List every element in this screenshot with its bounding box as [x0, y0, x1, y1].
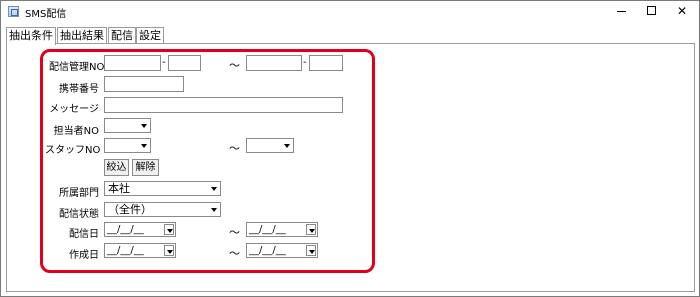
chevron-down-icon: [141, 144, 147, 148]
department-value: 本社: [108, 182, 130, 195]
maximize-button[interactable]: [637, 1, 667, 21]
calendar-dropdown-icon[interactable]: [306, 245, 316, 256]
person-no-label: 担当者NO: [53, 126, 99, 137]
delivery-no-tilde: ～: [229, 59, 240, 72]
mobile-input[interactable]: [104, 76, 184, 92]
window-title: SMS配信: [25, 9, 67, 20]
clear-button[interactable]: 解除: [132, 159, 159, 176]
tab-extraction-results[interactable]: 抽出結果: [57, 27, 107, 44]
calendar-dropdown-icon[interactable]: [164, 224, 174, 235]
created-date-to[interactable]: __/__/__: [246, 243, 318, 258]
staff-no-label: スタッフNO: [45, 145, 101, 156]
close-icon: ✕: [676, 4, 688, 18]
mobile-label: 携帯番号: [59, 84, 99, 95]
chevron-down-icon: [211, 208, 217, 212]
staff-no-tilde: ～: [229, 142, 240, 155]
calendar-dropdown-icon[interactable]: [164, 245, 174, 256]
created-date-tilde: ～: [229, 247, 240, 260]
calendar-dropdown-icon[interactable]: [306, 224, 316, 235]
filter-button[interactable]: 絞込: [104, 159, 129, 176]
maximize-icon: [647, 6, 656, 15]
delivery-no-sep-2: -: [303, 57, 307, 68]
delivery-date-tilde: ～: [229, 226, 240, 239]
delivery-date-from[interactable]: __/__/__: [104, 222, 176, 237]
created-date-label: 作成日: [69, 250, 99, 261]
created-date-from[interactable]: __/__/__: [104, 243, 176, 258]
staff-no-to-dropdown[interactable]: [246, 138, 294, 153]
message-input[interactable]: [104, 97, 343, 113]
status-value: （全件）: [108, 203, 152, 216]
title-bar: SMS配信 ✕: [1, 1, 699, 23]
minimize-icon: [617, 11, 626, 12]
chevron-down-icon: [211, 187, 217, 191]
delivery-date-to-value: __/__/__: [249, 224, 286, 235]
message-label: メッセージ: [49, 104, 99, 115]
tab-settings[interactable]: 設定: [136, 27, 164, 44]
delivery-no-to-2[interactable]: [309, 55, 343, 71]
created-date-from-value: __/__/__: [107, 245, 144, 256]
department-label: 所属部門: [59, 188, 99, 199]
delivery-no-from-2[interactable]: [168, 55, 201, 71]
delivery-date-label: 配信日: [69, 229, 99, 240]
chevron-down-icon: [284, 144, 290, 148]
staff-no-from-dropdown[interactable]: [104, 138, 151, 153]
close-button[interactable]: ✕: [667, 1, 697, 21]
sms-window: SMS配信 ✕ 抽出条件 抽出結果 配信 設定 配信管理NO - ～ - 携帯番…: [0, 0, 700, 297]
status-label: 配信状態: [59, 209, 99, 220]
delivery-no-label: 配信管理NO: [49, 62, 105, 73]
tab-delivery[interactable]: 配信: [108, 27, 136, 44]
delivery-date-to[interactable]: __/__/__: [246, 222, 318, 237]
delivery-no-sep: -: [162, 57, 166, 68]
department-dropdown[interactable]: 本社: [104, 181, 221, 196]
app-icon: [8, 6, 19, 17]
delivery-date-from-value: __/__/__: [107, 224, 144, 235]
minimize-button[interactable]: [607, 1, 637, 21]
created-date-to-value: __/__/__: [249, 245, 286, 256]
delivery-no-to-1[interactable]: [246, 55, 302, 71]
tab-extraction-conditions[interactable]: 抽出条件: [6, 27, 56, 45]
delivery-no-from-1[interactable]: [104, 55, 161, 71]
person-no-dropdown[interactable]: [104, 118, 151, 133]
chevron-down-icon: [141, 124, 147, 128]
status-dropdown[interactable]: （全件）: [104, 202, 221, 217]
